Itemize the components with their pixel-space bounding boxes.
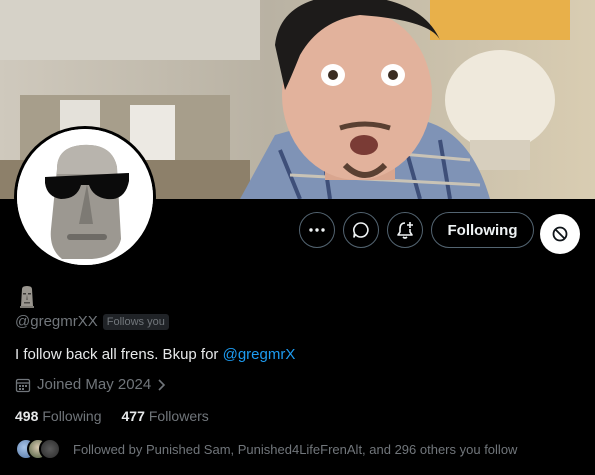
followers-stat[interactable]: 477 Followers — [122, 408, 209, 424]
chevron-right-icon — [158, 378, 166, 391]
joined-label: Joined May 2024 — [37, 376, 152, 393]
following-count: 498 — [15, 408, 39, 424]
following-label: Following — [42, 408, 102, 424]
more-icon — [309, 228, 325, 232]
followed-by-row[interactable]: Followed by Punished Sam, Punished4LifeF… — [15, 438, 517, 460]
follows-you-badge: Follows you — [102, 313, 169, 330]
joined-date[interactable]: Joined May 2024 — [15, 376, 167, 393]
handle-row: @gregmrXX Follows you — [15, 313, 169, 330]
avatar[interactable] — [14, 126, 156, 268]
message-button[interactable] — [343, 212, 379, 248]
message-icon — [353, 222, 369, 238]
followed-by-text: Followed by Punished Sam, Punished4LifeF… — [73, 441, 518, 457]
block-button[interactable] — [540, 214, 580, 254]
bio-text: I follow back all frens. Bkup for — [15, 346, 223, 363]
following-button[interactable]: Following — [431, 212, 534, 248]
bio-mention-link[interactable]: @gregmrX — [223, 346, 296, 363]
bio: I follow back all frens. Bkup for @gregm… — [15, 346, 295, 363]
bell-plus-icon — [397, 222, 413, 239]
block-icon — [552, 226, 568, 242]
calendar-icon — [15, 378, 31, 392]
followed-by-avatars — [15, 438, 61, 460]
notify-button[interactable] — [387, 212, 423, 248]
avatar-image — [17, 129, 153, 265]
follower-avatar — [39, 438, 61, 460]
display-name-moai-icon — [17, 285, 37, 309]
more-button[interactable] — [299, 212, 335, 248]
followers-count: 477 — [121, 408, 145, 424]
follow-stats: 498 Following 477 Followers — [15, 408, 209, 424]
user-handle: @gregmrXX — [15, 313, 98, 330]
followers-label: Followers — [148, 408, 209, 424]
following-stat[interactable]: 498 Following — [15, 408, 102, 424]
